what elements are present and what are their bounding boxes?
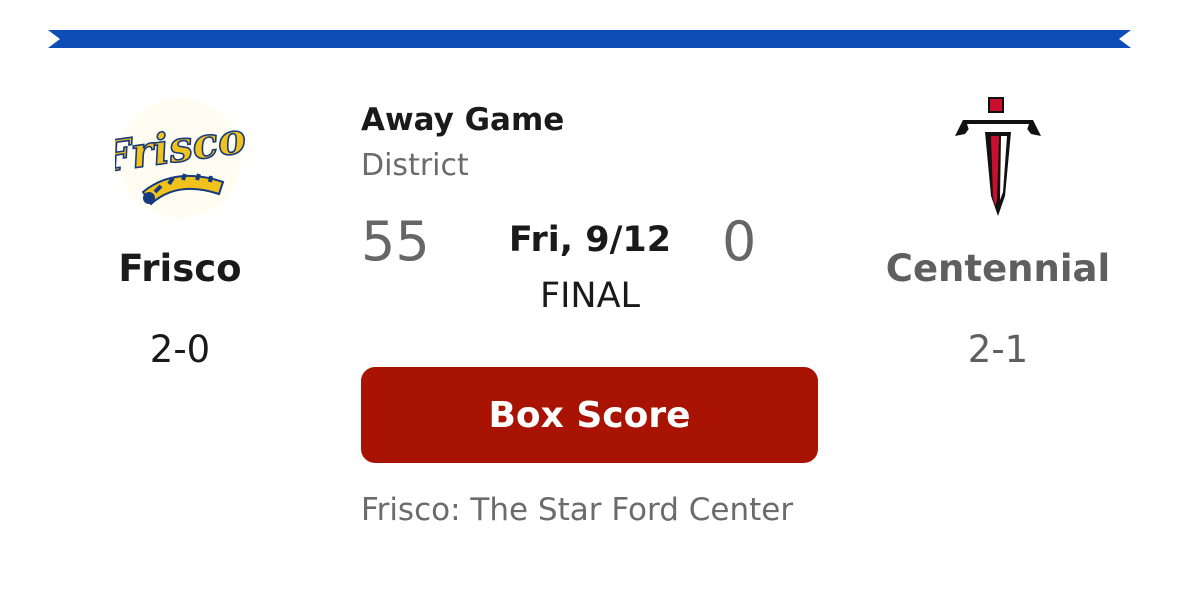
game-card: Frisco Frisco 2-0 Centennial 2-1 Away Ga… [0, 0, 1179, 600]
away-score: 0 [722, 210, 757, 273]
frisco-logo-icon: Frisco [115, 98, 245, 218]
home-score: 55 [361, 210, 430, 273]
away-team-record: 2-1 [967, 328, 1029, 371]
away-team[interactable]: Centennial 2-1 [868, 96, 1128, 372]
game-subtype-label: District [361, 148, 469, 183]
away-team-name: Centennial [885, 247, 1111, 290]
home-team-name: Frisco [118, 247, 242, 290]
game-type-label: Away Game [361, 102, 565, 138]
game-date: Fri, 9/12 [508, 220, 672, 260]
box-score-button[interactable]: Box Score [361, 367, 818, 463]
home-team-record: 2-0 [149, 328, 211, 371]
banner-ribbon [48, 30, 1131, 48]
home-team[interactable]: Frisco Frisco 2-0 [50, 96, 310, 372]
centennial-sword-logo-icon [955, 97, 1041, 216]
venue-label: Frisco: The Star Ford Center [361, 492, 794, 528]
game-status: FINAL [539, 276, 641, 316]
